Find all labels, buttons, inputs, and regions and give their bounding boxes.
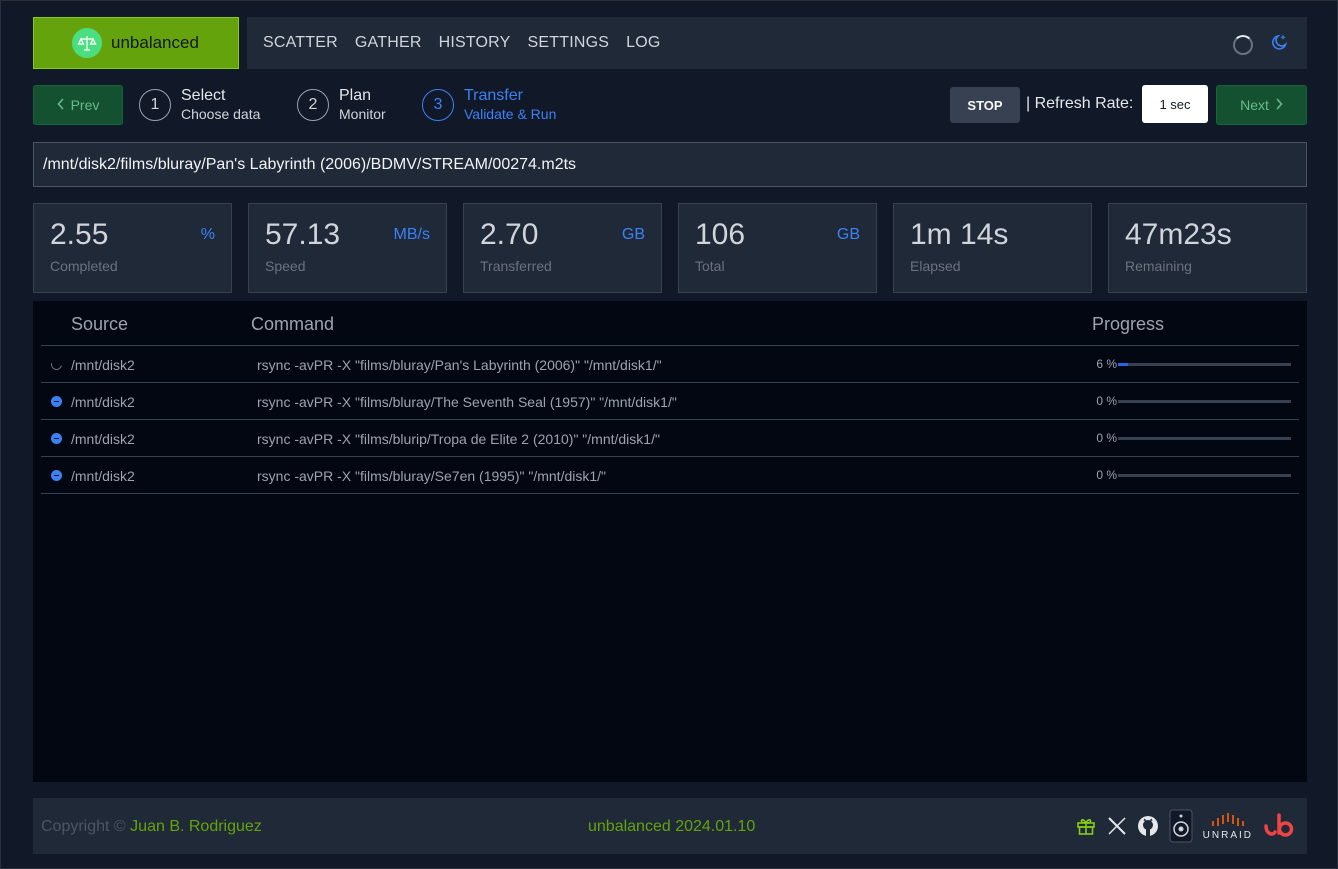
row-command: rsync -avPR -X "films/bluray/Se7en (1995… [257,468,606,484]
stat-value: 47m23s [1125,218,1232,251]
pending-icon [51,470,62,481]
stat-value: 106 [695,218,746,251]
app-logo[interactable]: unbalanced [33,17,239,69]
stat-label: Elapsed [910,258,961,274]
scale-icon [72,28,102,58]
stat-total: 106 GB Total [678,203,877,293]
step-title: Select [181,87,226,104]
step-plan: 2 Plan Monitor [297,87,386,123]
stat-label: Remaining [1125,258,1192,274]
table-row: /mnt/disk2 rsync -avPR -X "films/bluray/P… [41,346,1299,383]
row-command: rsync -avPR -X "films/bluray/The Seventh… [257,394,677,410]
gift-icon[interactable] [1075,815,1097,837]
moon-icon[interactable] [1271,33,1289,56]
stat-label: Transferred [480,258,552,274]
step-subtitle: Validate & Run [464,106,557,122]
footer: Copyright © Juan B. Rodriguez unbalanced… [33,798,1307,854]
step-title: Plan [339,87,372,104]
header-source: Source [71,314,129,334]
step-title: Transfer [464,87,523,104]
stat-value: 2.55 [50,218,109,251]
stat-elapsed: 1m 14s Elapsed [893,203,1092,293]
running-spinner-icon [48,356,65,373]
nav-settings[interactable]: SETTINGS [528,34,610,52]
table-row: /mnt/disk2 rsync -avPR -X "films/blurip/T… [41,420,1299,457]
row-source: /mnt/disk2 [71,357,135,373]
step-number: 1 [139,89,171,121]
next-button[interactable]: Next [1216,85,1307,125]
row-source: /mnt/disk2 [71,394,135,410]
row-source: /mnt/disk2 [71,468,135,484]
row-progress-text: 0 % [1096,468,1117,482]
pending-icon [51,433,62,444]
row-command: rsync -avPR -X "films/blurip/Tropa de El… [257,431,660,447]
transfer-table: Source Command Progress /mnt/disk2 rsync … [33,301,1307,782]
nav-gather[interactable]: GATHER [355,34,422,52]
stat-value: 1m 14s [910,218,1009,251]
speaker-icon[interactable] [1169,809,1193,843]
stat-value: 2.70 [480,218,539,251]
nav-history[interactable]: HISTORY [439,34,511,52]
prev-button[interactable]: Prev [33,85,123,125]
stat-unit: MB/s [393,226,430,243]
step-select: 1 Select Choose data [139,87,260,123]
header-progress: Progress [1092,314,1165,334]
stat-speed: 57.13 MB/s Speed [248,203,447,293]
next-label: Next [1240,97,1269,113]
row-progress-text: 0 % [1096,394,1117,408]
row-source: /mnt/disk2 [71,431,135,447]
prev-label: Prev [70,97,100,113]
unraid-text: UNRAID [1202,829,1253,841]
copyright: Copyright © Juan B. Rodriguez [41,818,262,836]
row-command: rsync -avPR -X "films/bluray/Pan's Labyr… [257,357,662,373]
table-row: /mnt/disk2 rsync -avPR -X "films/bluray/T… [41,383,1299,420]
version-text: unbalanced 2024.01.10 [588,818,756,835]
row-progress-fill [1118,363,1129,366]
main-nav: SCATTER GATHER HISTORY SETTINGS LOG [247,17,1307,69]
stat-transferred: 2.70 GB Transferred [463,203,662,293]
loading-spinner-icon [1233,34,1253,55]
unraid-logo[interactable]: UNRAID [1203,812,1253,841]
row-progress-bar [1118,437,1291,440]
stat-label: Completed [50,258,118,274]
stat-remaining: 47m23s Remaining [1108,203,1307,293]
row-progress-text: 6 % [1096,357,1117,371]
copyright-prefix: Copyright © [41,818,126,835]
stat-unit: % [200,226,215,243]
github-icon[interactable] [1137,815,1159,837]
current-file-path: /mnt/disk2/films/bluray/Pan's Labyrinth … [33,142,1307,187]
pending-icon [51,396,62,407]
stat-label: Speed [265,258,306,274]
step-transfer: 3 Transfer Validate & Run [422,87,556,123]
row-progress-text: 0 % [1096,431,1117,445]
x-icon[interactable] [1107,816,1127,836]
stat-label: Total [695,258,725,274]
stat-unit: GB [836,226,860,243]
stop-button[interactable]: STOP [950,87,1020,123]
author-link[interactable]: Juan B. Rodriguez [130,818,262,835]
app-name: unbalanced [111,33,199,52]
step-subtitle: Choose data [181,106,261,122]
row-progress-bar [1118,474,1291,477]
refresh-rate-label: | Refresh Rate: [1026,95,1134,112]
step-subtitle: Monitor [339,106,386,122]
nav-log[interactable]: LOG [626,34,660,52]
table-row: /mnt/disk2 rsync -avPR -X "films/bluray/S… [41,457,1299,494]
step-number: 3 [422,89,454,121]
chevron-right-icon [1275,97,1283,113]
step-number: 2 [297,89,329,121]
chevron-left-icon [57,97,65,113]
unbalanced-logo[interactable] [1263,812,1297,840]
row-progress-bar [1118,363,1291,366]
refresh-rate-select[interactable]: 1 sec [1142,85,1208,123]
stat-unit: GB [621,226,645,243]
header-command: Command [251,314,335,334]
nav-scatter[interactable]: SCATTER [263,34,338,52]
stat-completed: 2.55 % Completed [33,203,232,293]
row-progress-bar [1118,400,1291,403]
